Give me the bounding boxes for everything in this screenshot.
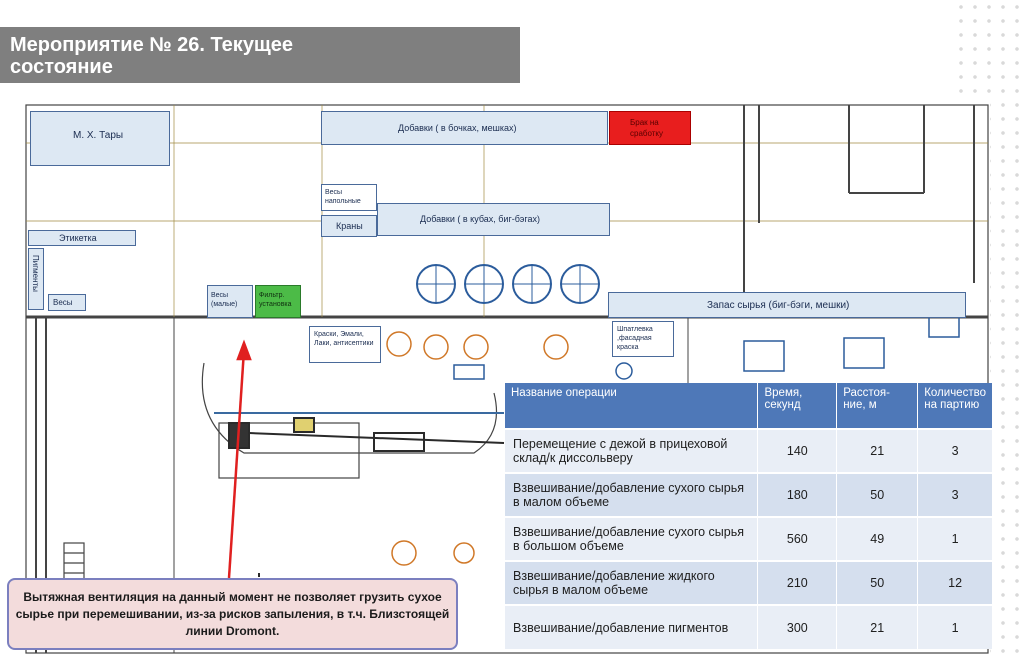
- cell-distance: 21: [836, 604, 919, 649]
- room-vesy-napolnye: Весы напольные: [321, 184, 377, 211]
- cell-distance: 49: [836, 516, 919, 561]
- room-dobavki-kub: Добавки ( в кубах, биг-бэгах): [377, 203, 610, 236]
- cell-time: 210: [757, 560, 838, 605]
- cell-time: 300: [757, 604, 838, 649]
- header-distance: Расстоя-ние, м: [836, 383, 919, 429]
- cell-quantity: 1: [917, 516, 993, 561]
- room-pigmenty: Пигменты: [28, 248, 44, 310]
- room-dobavki-bags-label: Добавки ( в бочках, мешках): [398, 123, 517, 133]
- room-vesy-malye: Весы (малые): [207, 285, 253, 318]
- operations-table: Название операции Время, секунд Расстоя-…: [505, 383, 993, 649]
- cell-quantity: 3: [917, 428, 993, 473]
- cell-time: 140: [757, 428, 838, 473]
- room-dobavki-bags: Добавки ( в бочках, мешках): [321, 111, 608, 145]
- room-vesy-napolnye-label: Весы напольные: [325, 189, 361, 205]
- room-krany: Краны: [321, 215, 377, 237]
- cell-operation: Взвешивание/добавление пигментов: [505, 604, 759, 649]
- table-row: Взвешивание/добавление сухого сырья в ма…: [505, 472, 993, 517]
- table-row: Взвешивание/добавление сухого сырья в бо…: [505, 516, 993, 561]
- room-vesy-label: Весы: [53, 298, 73, 307]
- cell-operation: Взвешивание/добавление сухого сырья в бо…: [505, 516, 759, 561]
- cell-quantity: 1: [917, 604, 993, 649]
- table-row: Взвешивание/добавление пигментов 300 21 …: [505, 604, 993, 649]
- slide-title: Мероприятие № 26. Текущее состояние: [10, 34, 294, 78]
- cell-operation: Взвешивание/добавление сухого сырья в ма…: [505, 472, 759, 517]
- room-etiketka-label: Этикетка: [59, 233, 97, 243]
- room-zapas: Запас сырья (биг-бэги, мешки): [608, 292, 966, 318]
- header-quantity: Количество на партию: [917, 383, 993, 429]
- cell-quantity: 12: [917, 560, 993, 605]
- room-shpatlevka-label: Шпатлевка ,фасадная краска: [617, 326, 653, 351]
- header-operation: Название операции: [505, 383, 759, 429]
- table-header-row: Название операции Время, секунд Расстоя-…: [505, 383, 993, 429]
- cell-distance: 50: [836, 472, 919, 517]
- title-bar: Мероприятие № 26. Текущее состояние: [0, 27, 520, 83]
- room-filtr-label: Фильтр. установка: [259, 292, 292, 308]
- table-row: Взвешивание/добавление жидкого сырья в м…: [505, 560, 993, 605]
- room-shpatlevka: Шпатлевка ,фасадная краска: [612, 321, 674, 357]
- room-vesy: Весы: [48, 294, 86, 311]
- room-mx-tary-label: М. Х. Тары: [73, 130, 124, 141]
- room-zapas-label: Запас сырья (биг-бэги, мешки): [707, 300, 850, 311]
- room-vesy-malye-label: Весы (малые): [211, 292, 238, 308]
- callout-box: Вытяжная вентиляция на данный момент не …: [7, 578, 458, 650]
- callout-text: Вытяжная вентиляция на данный момент не …: [15, 590, 450, 638]
- cell-distance: 50: [836, 560, 919, 605]
- cell-quantity: 3: [917, 472, 993, 517]
- cell-time: 560: [757, 516, 838, 561]
- room-filtr: Фильтр. установка: [255, 285, 301, 318]
- room-mx-tary: М. Х. Тары: [30, 111, 170, 166]
- header-time: Время, секунд: [757, 383, 838, 429]
- cell-distance: 21: [836, 428, 919, 473]
- room-etiketka: Этикетка: [28, 230, 136, 246]
- room-brak-label: Брак на сработку: [630, 118, 664, 138]
- room-kraski-label: Краски, Эмали, Лаки, антисептики: [314, 331, 374, 347]
- room-dobavki-kub-label: Добавки ( в кубах, биг-бэгах): [420, 214, 540, 224]
- room-krany-label: Краны: [336, 221, 363, 231]
- cell-time: 180: [757, 472, 838, 517]
- cell-operation: Перемещение с дежой в прицеховой склад/к…: [505, 428, 759, 473]
- room-brak: Брак на сработку: [609, 111, 691, 145]
- table-row: Перемещение с дежой в прицеховой склад/к…: [505, 428, 993, 473]
- room-pigmenty-label: Пигменты: [31, 255, 40, 292]
- room-kraski: Краски, Эмали, Лаки, антисептики: [309, 326, 381, 363]
- cell-operation: Взвешивание/добавление жидкого сырья в м…: [505, 560, 759, 605]
